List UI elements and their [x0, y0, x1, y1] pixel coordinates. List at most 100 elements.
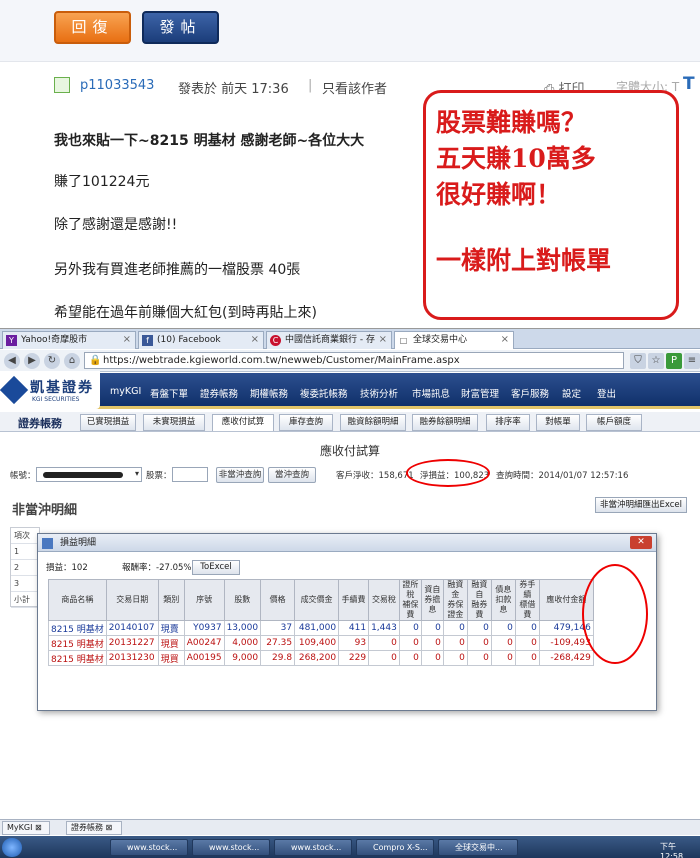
reply-button[interactable]: 回復 — [54, 11, 131, 44]
tab-settlement-calc[interactable]: 應收付試算 — [212, 414, 274, 431]
close-icon[interactable]: ✕ — [630, 536, 652, 549]
table-row[interactable]: 8215 明基材 20140107 現賣 Y0937 13,000 37 481… — [48, 620, 594, 636]
post-line-4: 另外我有買進老師推薦的一檔股票 40張 — [54, 262, 301, 278]
taskbar-item[interactable]: www.stock... — [274, 839, 352, 856]
tab-yahoo[interactable]: Y Yahoo!奇摩股市 × — [2, 331, 136, 349]
annotation-line-4: 一樣附上對帳單 — [436, 246, 612, 275]
dialog-title: 損益明細 — [38, 534, 656, 552]
menu-service[interactable]: 客戶服務 — [511, 386, 549, 400]
section-title: 證券帳務 — [18, 417, 62, 430]
facebook-icon: f — [142, 335, 153, 346]
table-row[interactable]: 8215 明基材 20131227 現買 A00247 4,000 27.35 … — [48, 635, 594, 651]
cell: 0 — [368, 635, 400, 651]
menu-futures[interactable]: 期權帳務 — [250, 386, 288, 400]
taskbar-item[interactable]: 全球交易中... — [438, 839, 518, 856]
author-only-link[interactable]: 只看該作者 — [322, 78, 387, 97]
red-annotation-box: 股票難賺嗎？ 五天賺10萬多 很好賺啊！ 一樣附上對帳單 — [423, 90, 679, 320]
annotation-line-2: 五天賺10萬多 — [436, 144, 596, 173]
cell: 0 — [420, 620, 444, 636]
tab-account-limit[interactable]: 帳戶額度 — [586, 414, 642, 431]
bottom-tab-securities[interactable]: 證券帳務 ⊠ — [66, 821, 122, 835]
tab-realized-pl[interactable]: 已實現損益 — [80, 414, 136, 431]
username-link[interactable]: p11033543 — [80, 78, 154, 93]
tab-kgi[interactable]: □ 全球交易中心 × — [394, 331, 514, 349]
cell: 0 — [420, 635, 444, 651]
taskbar-item[interactable]: www.stock... — [192, 839, 270, 856]
menu-securities[interactable]: 證券帳務 — [200, 386, 238, 400]
browser-tab-bar: Y Yahoo!奇摩股市 × f (10) Facebook × C 中國信託商業銀… — [0, 329, 700, 349]
taskbar-item[interactable]: www.stock... — [110, 839, 188, 856]
user-online-icon — [54, 77, 70, 93]
close-icon[interactable]: × — [501, 332, 509, 348]
close-icon[interactable]: ⊠ — [35, 823, 42, 832]
col-header: 證所稅 補保費 — [398, 579, 422, 621]
shield-icon[interactable]: ⛉ — [630, 353, 646, 369]
cell: 0 — [490, 620, 516, 636]
menu-icon[interactable]: ≡ — [684, 353, 700, 369]
bottom-tab-label: MyKGI — [7, 823, 33, 832]
new-post-button[interactable]: 發帖 — [142, 11, 219, 44]
tab-statement[interactable]: 對帳單 — [536, 414, 580, 431]
table-cell: 2 — [11, 560, 39, 576]
tab-inventory[interactable]: 庫存查詢 — [279, 414, 333, 431]
close-icon[interactable]: × — [379, 332, 387, 348]
toexcel-button[interactable]: ToExcel — [192, 560, 240, 575]
url-text: https://webtrade.kgieworld.com.tw/newweb… — [103, 355, 460, 366]
tab-short-detail[interactable]: 融券餘額明細 — [412, 414, 478, 431]
day-query-button[interactable]: 當沖查詢 — [268, 467, 316, 483]
stock-input[interactable] — [172, 467, 208, 482]
cell: 229 — [338, 650, 370, 666]
home-icon[interactable]: ⌂ — [64, 353, 80, 369]
star-icon[interactable]: ☆ — [648, 353, 664, 369]
tab-margin-detail[interactable]: 融資餘額明細 — [340, 414, 406, 431]
cell: 20140107 — [105, 620, 159, 636]
tab-facebook[interactable]: f (10) Facebook × — [138, 331, 264, 349]
close-icon[interactable]: × — [251, 332, 259, 348]
table-cell: 項次 — [11, 528, 39, 544]
col-header: 序號 — [183, 579, 225, 621]
back-icon[interactable]: ◀ — [4, 353, 20, 369]
cell: 0 — [420, 650, 444, 666]
cell: 1,443 — [368, 620, 400, 636]
cell: 現買 — [157, 650, 185, 666]
cell: 27.35 — [260, 635, 296, 651]
menu-sub-brokerage[interactable]: 複委託帳務 — [300, 386, 348, 400]
cell: 0 — [466, 650, 492, 666]
start-button[interactable] — [2, 838, 22, 857]
cell: 0 — [398, 620, 422, 636]
cell: 93 — [338, 635, 370, 651]
menu-trade[interactable]: 看盤下單 — [150, 386, 188, 400]
close-icon[interactable]: ⊠ — [106, 823, 113, 832]
menu-settings[interactable]: 設定 — [562, 386, 581, 400]
cell: 0 — [490, 650, 516, 666]
cell: 8215 明基材 — [48, 635, 107, 651]
export-excel-button[interactable]: 非當沖明細匯出Excel — [595, 497, 687, 513]
non-day-query-button[interactable]: 非當沖查詢 — [216, 467, 264, 483]
font-size-large-button[interactable]: T — [683, 74, 695, 94]
taskbar-item[interactable]: Compro X-S... — [356, 839, 434, 856]
forward-icon[interactable]: ▶ — [24, 353, 40, 369]
cell: 0 — [398, 635, 422, 651]
tab-ctbc[interactable]: C 中國信託商業銀行 - 存 × — [266, 331, 392, 349]
menu-technical[interactable]: 技術分析 — [360, 386, 398, 400]
menu-wealth[interactable]: 財富管理 — [461, 386, 499, 400]
menu-market-info[interactable]: 市場訊息 — [412, 386, 450, 400]
extension-icon[interactable]: P — [666, 353, 682, 369]
post-line-3: 除了感謝還是感謝!! — [54, 217, 178, 233]
background-table: 項次 1 2 3 小計 — [10, 527, 40, 608]
reload-icon[interactable]: ↻ — [44, 353, 60, 369]
table-row[interactable]: 8215 明基材 20131230 現買 A00195 9,000 29.8 2… — [48, 650, 594, 666]
logo-name: 凱基證券 — [30, 380, 94, 396]
account-select[interactable]: ▾ — [36, 467, 142, 482]
cell: 20131227 — [105, 635, 159, 651]
tab-ranking[interactable]: 排序率 — [486, 414, 530, 431]
menu-mykgi[interactable]: myKGI — [110, 386, 141, 397]
url-field[interactable]: 🔒 https://webtrade.kgieworld.com.tw/newwe… — [84, 352, 624, 369]
bottom-tab-mykgi[interactable]: MyKGI ⊠ — [2, 821, 50, 835]
close-icon[interactable]: × — [123, 332, 131, 348]
highlight-circle-net-pl — [406, 459, 490, 487]
tab-unrealized-pl[interactable]: 未實現損益 — [143, 414, 205, 431]
cell: 0 — [490, 635, 516, 651]
menu-logout[interactable]: 登出 — [597, 386, 616, 400]
cell: 9,000 — [223, 650, 262, 666]
